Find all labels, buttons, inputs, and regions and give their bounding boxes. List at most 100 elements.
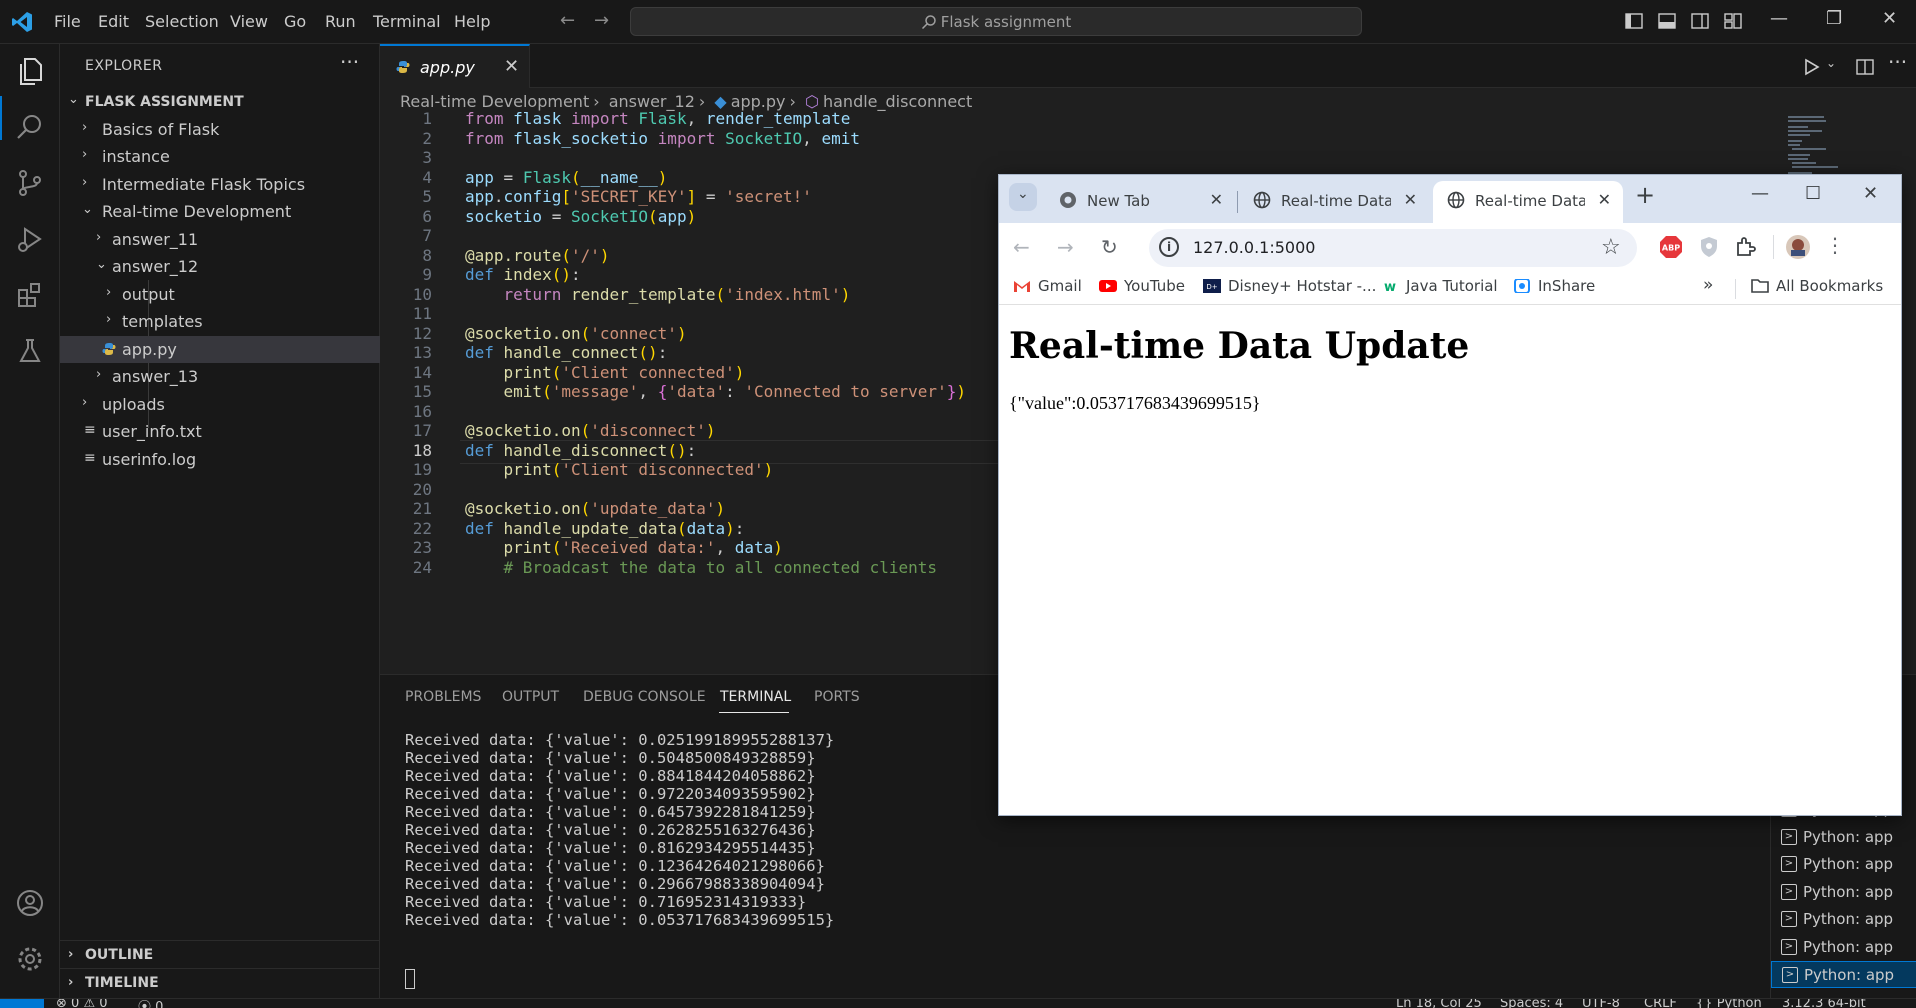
bookmark-inshare[interactable]: InShare [1513,277,1595,295]
toggle-primary-sidebar-icon[interactable] [1623,10,1645,32]
minimize-icon[interactable]: — [1770,8,1788,29]
panel-tab-output[interactable]: OUTPUT [502,689,559,705]
command-center-search[interactable]: Flask assignment [630,7,1362,36]
close-tab-icon[interactable]: ✕ [504,56,519,77]
menu-file[interactable]: File [54,12,81,31]
encoding-status[interactable]: UTF-8 [1582,999,1620,1008]
eol-status[interactable]: CRLF [1644,999,1677,1008]
browser-tab-real-time-data-2[interactable]: Real-time Data ✕ [1433,181,1623,223]
split-editor-icon[interactable] [1854,56,1876,78]
adblock-plus-icon[interactable]: ABP [1659,235,1683,259]
terminal-instance[interactable]: > Python: app [1771,906,1916,933]
profile-avatar[interactable] [1785,234,1811,260]
tree-item-uploads[interactable]: › uploads [60,391,380,418]
bookmark-gmail[interactable]: Gmail [1013,277,1082,295]
bookmark-youtube[interactable]: YouTube [1099,277,1185,295]
more-actions-icon[interactable]: ··· [340,50,359,74]
tree-item-templates[interactable]: › templates [60,308,380,335]
menu-edit[interactable]: Edit [98,12,129,31]
accounts-icon[interactable] [13,886,47,920]
run-dropdown-chevron-icon[interactable]: ⌄ [1826,56,1836,70]
toggle-secondary-sidebar-icon[interactable] [1689,10,1711,32]
extensions-icon[interactable] [13,278,47,312]
terminal-instance[interactable]: > Python: app [1771,961,1916,988]
breadcrumb-item[interactable]: app.py [731,92,786,111]
terminal-instance[interactable]: > Python: app [1771,824,1916,851]
browser-close-icon[interactable]: ✕ [1863,183,1878,204]
language-mode[interactable]: {} Python [1696,999,1762,1008]
close-window-icon[interactable]: ✕ [1882,8,1897,29]
browser-maximize-icon[interactable]: ☐ [1805,183,1821,204]
more-actions-icon[interactable]: ··· [1888,50,1907,74]
browser-tab-real-time-data-1[interactable]: Real-time Data ✕ [1239,181,1429,223]
tab-search-button[interactable]: ⌄ [1009,183,1037,211]
search-icon[interactable] [13,110,47,144]
tree-item-app-py[interactable]: app.py [60,336,380,363]
panel-tab-ports[interactable]: PORTS [814,689,860,705]
tree-item-basics-of-flask[interactable]: › Basics of Flask [60,116,380,143]
menu-go[interactable]: Go [284,12,306,31]
tree-item-userinfo-log[interactable]: ≡ userinfo.log [60,446,380,473]
menu-terminal[interactable]: Terminal [373,12,441,31]
browser-menu-icon[interactable]: ⋮ [1825,233,1845,257]
tree-item-user-info-txt[interactable]: ≡ user_info.txt [60,418,380,445]
menu-run[interactable]: Run [325,12,356,31]
browser-tab-new-tab[interactable]: New Tab ✕ [1045,181,1235,223]
menu-view[interactable]: View [230,12,268,31]
tree-item-output[interactable]: › output [60,281,380,308]
tree-root-folder[interactable]: ⌄ FLASK ASSIGNMENT [60,88,380,115]
bookmark-star-icon[interactable]: ☆ [1601,235,1621,260]
breadcrumb-item[interactable]: handle_disconnect [823,92,972,111]
source-control-icon[interactable] [13,166,47,200]
forward-arrow-icon[interactable]: → [594,10,609,31]
menu-help[interactable]: Help [454,12,490,31]
menu-selection[interactable]: Selection [145,12,219,31]
python-interpreter[interactable]: 3.12.3 64-bit [1782,999,1866,1008]
panel-tab-debug-console[interactable]: DEBUG CONSOLE [583,689,706,705]
tree-item-intermediate-flask-topics[interactable]: › Intermediate Flask Topics [60,171,380,198]
timeline-section[interactable]: › TIMELINE [60,968,380,996]
run-python-file-icon[interactable] [1800,56,1822,78]
settings-gear-icon[interactable] [13,942,47,976]
indentation-status[interactable]: Spaces: 4 [1500,999,1563,1008]
address-bar[interactable]: i 127.0.0.1:5000 ☆ [1149,229,1637,267]
problems-status[interactable]: ⊗ 0 ⚠ 0 [56,999,108,1008]
run-debug-icon[interactable] [13,222,47,256]
new-tab-plus-icon[interactable]: + [1635,181,1655,209]
tree-item-answer-11[interactable]: › answer_11 [60,226,380,253]
tree-item-answer-13[interactable]: › answer_13 [60,363,380,390]
breadcrumb-item[interactable]: Real-time Development [400,92,589,111]
bookmark-disney-hotstar[interactable]: D+ Disney+ Hotstar -... [1203,277,1376,295]
terminal-instance[interactable]: > Python: app [1771,879,1916,906]
ports-status[interactable]: ⦿ 0 [138,999,163,1008]
browser-back-icon[interactable]: ← [1013,235,1030,259]
all-bookmarks-button[interactable]: All Bookmarks [1751,277,1883,295]
close-tab-icon[interactable]: ✕ [1210,190,1223,209]
restore-icon[interactable]: ❐ [1826,8,1842,29]
browser-minimize-icon[interactable]: — [1751,183,1769,204]
close-tab-icon[interactable]: ✕ [1404,190,1417,209]
browser-forward-icon[interactable]: → [1057,235,1074,259]
site-info-icon[interactable]: i [1159,237,1179,257]
bookmark-java-tutorial[interactable]: w Java Tutorial [1381,277,1498,295]
panel-tab-problems[interactable]: PROBLEMS [405,689,481,705]
terminal-instance[interactable]: > Python: app [1771,851,1916,878]
cursor-position[interactable]: Ln 18, Col 25 [1396,999,1482,1008]
tab-app-py[interactable]: app.py ✕ [380,44,530,88]
breadcrumb-item[interactable]: answer_12 [609,92,695,111]
extensions-puzzle-icon[interactable] [1733,235,1757,259]
testing-flask-icon[interactable] [13,334,47,368]
tree-item-real-time-development[interactable]: ⌄ Real-time Development [60,198,380,225]
reload-icon[interactable]: ↻ [1101,235,1118,259]
close-tab-icon[interactable]: ✕ [1598,190,1611,209]
customize-layout-icon[interactable] [1722,10,1744,32]
terminal-instance[interactable]: > Python: app [1771,934,1916,961]
explorer-icon[interactable] [13,54,47,88]
back-arrow-icon[interactable]: ← [560,10,575,31]
tree-item-answer-12[interactable]: ⌄ answer_12 [60,253,380,280]
toggle-panel-icon[interactable] [1656,10,1678,32]
more-bookmarks-chevron-icon[interactable]: » [1703,275,1713,295]
outline-section[interactable]: › OUTLINE [60,940,380,968]
panel-tab-terminal[interactable]: TERMINAL [720,689,791,705]
shield-extension-icon[interactable] [1697,235,1721,259]
